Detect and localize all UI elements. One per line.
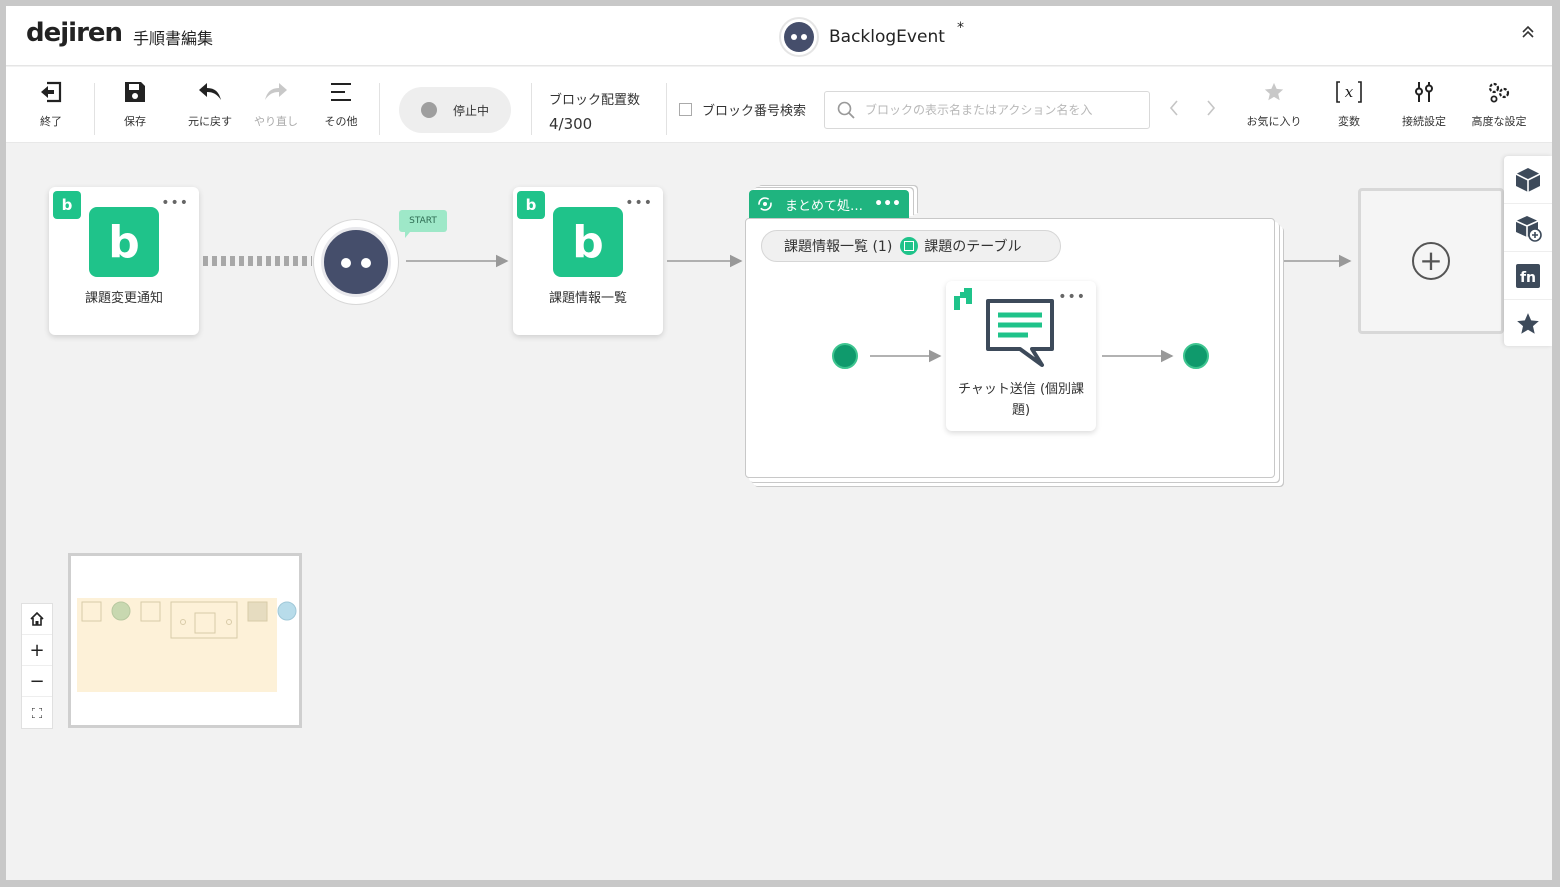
toolbar-divider (94, 83, 95, 135)
block-search-box[interactable] (824, 91, 1150, 129)
variable-icon: x (1334, 77, 1364, 107)
dejiren-logo[interactable]: dejiren (26, 18, 123, 48)
backlog-icon: b (89, 207, 159, 277)
connection-label: 接続設定 (1402, 115, 1446, 128)
unsaved-indicator: * (957, 20, 964, 36)
node-label: チャット送信 (個別課題) (957, 382, 1085, 418)
flow-title-group[interactable]: BacklogEvent (779, 17, 945, 57)
node-menu-icon[interactable]: ••• (625, 195, 653, 211)
robot-start-node[interactable] (313, 219, 399, 305)
minimap[interactable] (68, 553, 302, 728)
app-header: dejiren 手順書編集 BacklogEvent * (6, 6, 1552, 66)
loop-icon (758, 197, 772, 211)
connection-icon (1412, 77, 1436, 107)
node-menu-icon[interactable]: ••• (161, 195, 189, 211)
connection-settings-button[interactable]: 接続設定 (1392, 77, 1456, 133)
favorites-button[interactable]: お気に入り (1242, 77, 1306, 133)
chat-bubble-icon (986, 299, 1054, 367)
svg-text:fn: fn (1520, 270, 1536, 286)
advanced-settings-button[interactable]: 高度な設定 (1467, 77, 1531, 133)
loop-source-pill[interactable]: 課題情報一覧 (1) 課題のテーブル (761, 230, 1061, 262)
svg-text:x: x (1345, 83, 1354, 101)
save-icon (123, 77, 147, 107)
save-button[interactable]: 保存 (103, 77, 167, 133)
add-block-icon[interactable]: + (1412, 242, 1450, 280)
robot-avatar-icon (779, 17, 819, 57)
status-dot-icon (421, 102, 437, 118)
backlog-icon: b (553, 207, 623, 277)
loop-block-label: まとめて処… (785, 198, 864, 214)
undo-icon (197, 77, 223, 107)
redo-label: やり直し (254, 115, 298, 128)
star-icon (1263, 77, 1285, 107)
function-icon[interactable]: fn (1504, 252, 1552, 300)
page-title: 手順書編集 (133, 29, 214, 48)
toolbar-divider (531, 83, 532, 135)
backlog-badge-icon: b (53, 191, 81, 219)
loop-block-header[interactable]: まとめて処… ••• (749, 190, 909, 218)
list-node[interactable]: b ••• b 課題情報一覧 (513, 187, 663, 335)
blocks-icon[interactable] (1504, 156, 1552, 204)
start-badge: START (399, 210, 447, 238)
add-block-package-icon[interactable] (1504, 204, 1552, 252)
block-number-search-label: ブロック番号検索 (702, 104, 807, 119)
menu-icon (329, 77, 353, 107)
exit-label: 終了 (40, 115, 62, 128)
block-count-label: ブロック配置数 (549, 93, 641, 108)
prev-result-icon[interactable] (1168, 99, 1180, 122)
other-label: その他 (324, 115, 358, 128)
home-icon[interactable] (22, 604, 52, 635)
toolbar-divider (379, 83, 380, 135)
chat-send-node[interactable]: ••• チャット送信 (個別課題) (946, 281, 1096, 431)
search-icon (837, 101, 855, 119)
toolbar: 終了 保存 元に戻す やり直し その他 停止中 ブロック配置数 4/300 ブロ… (6, 67, 1552, 143)
loop-table-text: 課題のテーブル (924, 239, 1022, 255)
loop-output-port[interactable] (1183, 343, 1209, 369)
save-label: 保存 (124, 115, 146, 128)
dejiren-badge-icon (954, 288, 972, 310)
loop-source-text: 課題情報一覧 (1) (784, 239, 893, 255)
zoom-controls: + − (21, 603, 53, 729)
block-number-search-checkbox[interactable] (679, 103, 692, 116)
table-icon (900, 237, 919, 255)
app-window: dejiren 手順書編集 BacklogEvent * 終了 保存 元に戻す … (6, 6, 1552, 880)
flow-name[interactable]: BacklogEvent (829, 27, 945, 47)
node-label: 課題変更通知 (84, 291, 163, 306)
robot-face-icon (321, 227, 391, 297)
next-result-icon[interactable] (1205, 99, 1217, 122)
zoom-in-icon[interactable]: + (22, 635, 52, 666)
add-block-slot[interactable]: + (1358, 188, 1504, 334)
toolbar-divider (666, 83, 667, 135)
other-menu-button[interactable]: その他 (309, 77, 373, 133)
flow-canvas[interactable]: b ••• b 課題変更通知 START b ••• b 課題情報一覧 まとめて… (6, 144, 1552, 880)
collapse-header-icon[interactable] (1518, 24, 1538, 44)
advanced-label: 高度な設定 (1471, 115, 1527, 128)
variables-button[interactable]: x 変数 (1317, 77, 1381, 133)
loop-input-port[interactable] (832, 343, 858, 369)
node-label: 課題情報一覧 (548, 291, 627, 306)
gears-icon (1486, 77, 1512, 107)
backlog-badge-icon: b (517, 191, 545, 219)
fit-view-icon[interactable] (22, 697, 52, 728)
variables-label: 変数 (1338, 115, 1360, 128)
block-number-search-toggle[interactable]: ブロック番号検索 (679, 100, 806, 119)
exit-icon (38, 77, 64, 107)
redo-button[interactable]: やり直し (244, 77, 308, 133)
run-status-toggle[interactable]: 停止中 (399, 87, 511, 133)
favorites-label: お気に入り (1246, 115, 1302, 128)
redo-icon (263, 77, 289, 107)
node-menu-icon[interactable]: ••• (1058, 289, 1086, 305)
status-text: 停止中 (453, 103, 490, 118)
minimap-blocks (81, 601, 297, 639)
trigger-node[interactable]: b ••• b 課題変更通知 (49, 187, 199, 335)
undo-button[interactable]: 元に戻す (178, 77, 242, 133)
block-count-value: 4/300 (549, 115, 593, 133)
undo-label: 元に戻す (188, 115, 232, 128)
block-search-input[interactable] (865, 103, 1135, 117)
zoom-out-icon[interactable]: − (22, 666, 52, 697)
exit-button[interactable]: 終了 (19, 77, 83, 133)
block-palette-panel: fn (1504, 156, 1552, 346)
favorite-blocks-icon[interactable] (1504, 300, 1552, 348)
loop-menu-icon[interactable]: ••• (874, 196, 901, 212)
